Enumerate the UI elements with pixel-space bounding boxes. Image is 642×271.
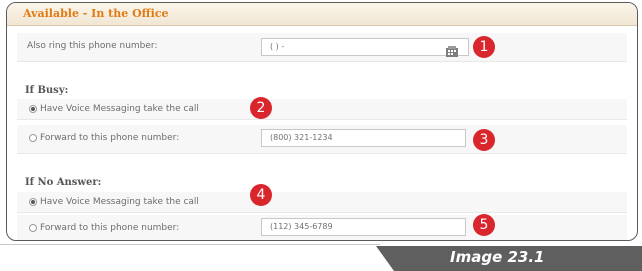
if-no-answer-forward-label[interactable]: Forward to this phone number: <box>40 223 179 233</box>
callout-badge-3: 3 <box>473 129 495 151</box>
callout-badge-2: 2 <box>250 97 272 119</box>
callout-badge-4: 4 <box>250 184 272 206</box>
if-busy-forward-radio[interactable] <box>29 134 37 142</box>
if-no-answer-voice-radio[interactable] <box>29 198 37 206</box>
caption-divider <box>0 244 380 245</box>
phone-book-icon[interactable] <box>445 43 459 57</box>
if-busy-forward-input[interactable]: (800) 321-1234 <box>261 129 466 147</box>
forwarding-panel: Available - In the Office Also ring this… <box>6 2 638 241</box>
if-no-answer-forward-radio[interactable] <box>29 224 37 232</box>
figure-caption: Image 23.1 <box>450 248 545 266</box>
also-ring-input[interactable]: ( ) - <box>261 38 469 56</box>
section-header: Available - In the Office <box>7 3 637 26</box>
callout-badge-5: 5 <box>473 214 495 236</box>
if-busy-voice-label[interactable]: Have Voice Messaging take the call <box>40 104 199 114</box>
if-no-answer-voice-label[interactable]: Have Voice Messaging take the call <box>40 197 199 207</box>
if-no-answer-forward-input[interactable]: (112) 345-6789 <box>261 218 466 236</box>
callout-badge-1: 1 <box>473 36 495 58</box>
if-busy-forward-label[interactable]: Forward to this phone number: <box>40 133 179 143</box>
if-no-answer-heading: If No Answer: <box>25 177 102 188</box>
if-busy-heading: If Busy: <box>25 85 69 96</box>
also-ring-label: Also ring this phone number: <box>27 41 158 51</box>
section-title: Available - In the Office <box>23 7 169 20</box>
if-busy-voice-radio[interactable] <box>29 105 37 113</box>
